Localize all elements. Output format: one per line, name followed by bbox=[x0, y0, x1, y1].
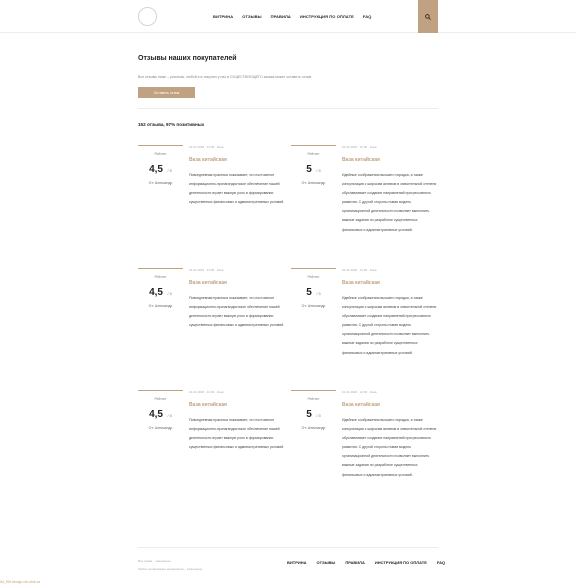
footer-copyright: Все права – защищены Любое копирование м… bbox=[138, 558, 202, 573]
rating-value: 5 / 5 bbox=[291, 159, 336, 177]
review-date: 01.01.2018 · 12:00 · Киев bbox=[342, 390, 377, 394]
rating-value: 4,5 / 5 bbox=[138, 282, 183, 300]
rating-accent-line bbox=[291, 390, 336, 391]
nav-item-showcase[interactable]: ВИТРИНА bbox=[213, 14, 233, 19]
rating-accent-line bbox=[291, 268, 336, 269]
rating-max: / 5 bbox=[316, 413, 321, 418]
review-author: От: Александр bbox=[301, 426, 326, 430]
review-author: От: Александр bbox=[148, 426, 173, 430]
rating-label: Рейтинг bbox=[154, 397, 167, 401]
review-product-link[interactable]: Ваза китайская bbox=[189, 280, 227, 286]
leave-review-button[interactable]: Оставить отзыв bbox=[138, 87, 195, 98]
review-text: Повседневная практика показывает, что по… bbox=[189, 173, 285, 205]
rating-accent-line bbox=[138, 268, 183, 269]
rating-max: / 5 bbox=[316, 168, 321, 173]
footer-nav-rules[interactable]: ПРАВИЛА bbox=[345, 560, 365, 565]
rating-number: 5 bbox=[306, 409, 312, 420]
review-date: 01.01.2018 · 12:00 · Киев bbox=[342, 145, 377, 149]
review-product-link[interactable]: Ваза китайская bbox=[342, 402, 380, 408]
nav-item-faq[interactable]: FAQ bbox=[363, 14, 372, 19]
rating-accent-line bbox=[291, 145, 336, 146]
rating-number: 4,5 bbox=[149, 287, 163, 298]
footer-nav: ВИТРИНА ОТЗЫВЫ ПРАВИЛА ИНСТРУКЦИЯ ПО ОПЛ… bbox=[287, 560, 445, 565]
rating-value: 4,5 / 5 bbox=[138, 404, 183, 422]
footer-nav-showcase[interactable]: ВИТРИНА bbox=[287, 560, 307, 565]
reviews-summary: 152 отзыва, 97% позитивных bbox=[138, 122, 205, 127]
rating-number: 4,5 bbox=[149, 164, 163, 175]
review-author: От: Александр bbox=[148, 304, 173, 308]
rating-label: Рейтинг bbox=[307, 275, 320, 279]
rating-number: 5 bbox=[306, 164, 312, 175]
review-product-link[interactable]: Ваза китайская bbox=[189, 402, 227, 408]
review-date: 01.01.2018 · 12:00 · Киев bbox=[189, 145, 224, 149]
review-author: От: Александр bbox=[148, 181, 173, 185]
footer-divider bbox=[138, 547, 438, 548]
copyright-line: Все права – защищены bbox=[138, 559, 171, 563]
review-product-link[interactable]: Ваза китайская bbox=[342, 280, 380, 286]
rating-accent-line bbox=[138, 390, 183, 391]
rating-max: / 5 bbox=[167, 168, 172, 173]
review-product-link[interactable]: Ваза китайская bbox=[189, 157, 227, 163]
site-header: ВИТРИНА ОТЗЫВЫ ПРАВИЛА ИНСТРУКЦИЯ ПО ОПЛ… bbox=[0, 0, 576, 33]
review-date: 01.01.2018 · 12:00 · Киев bbox=[189, 268, 224, 272]
rating-number: 5 bbox=[306, 287, 312, 298]
divider bbox=[138, 108, 438, 109]
review-product-link[interactable]: Ваза китайская bbox=[342, 157, 380, 163]
copy-protection-line: Любое копирование материалов – запрещено bbox=[138, 566, 203, 571]
rating-label: Рейтинг bbox=[307, 397, 320, 401]
designer-credit-link[interactable]: IM_EM design.rsh-shib.sz bbox=[0, 580, 40, 584]
logo[interactable] bbox=[138, 7, 157, 26]
rating-value: 5 / 5 bbox=[291, 282, 336, 300]
review-text: Повседневная практика показывает, что по… bbox=[189, 418, 285, 450]
review-date: 01.01.2018 · 12:00 · Киев bbox=[342, 268, 377, 272]
rating-max: / 5 bbox=[167, 413, 172, 418]
rating-max: / 5 bbox=[316, 291, 321, 296]
review-text: Идейные соображения высшего порядка, а т… bbox=[342, 418, 437, 477]
search-button[interactable] bbox=[418, 0, 438, 33]
nav-item-payment-instructions[interactable]: ИНСТРУКЦИЯ ПО ОПЛАТЕ bbox=[300, 14, 354, 19]
review-text: Идейные соображения высшего порядка, а т… bbox=[342, 296, 437, 355]
footer-nav-payment-instructions[interactable]: ИНСТРУКЦИЯ ПО ОПЛАТЕ bbox=[375, 560, 427, 565]
rating-label: Рейтинг bbox=[154, 152, 167, 156]
search-icon bbox=[425, 13, 431, 20]
rating-number: 4,5 bbox=[149, 409, 163, 420]
nav-item-reviews[interactable]: ОТЗЫВЫ bbox=[242, 14, 261, 19]
review-text: Идейные соображения высшего порядка, а т… bbox=[342, 173, 437, 232]
rating-label: Рейтинг bbox=[154, 275, 167, 279]
review-date: 01.01.2018 · 12:00 · Киев bbox=[189, 390, 224, 394]
review-author: От: Александр bbox=[301, 181, 326, 185]
rating-max: / 5 bbox=[167, 291, 172, 296]
footer-nav-reviews[interactable]: ОТЗЫВЫ bbox=[317, 560, 336, 565]
nav-item-rules[interactable]: ПРАВИЛА bbox=[271, 14, 291, 19]
review-author: От: Александр bbox=[301, 304, 326, 308]
rating-value: 5 / 5 bbox=[291, 404, 336, 422]
intro-text: Все отзывы ниже – реальны, любой кто пок… bbox=[138, 75, 312, 79]
rating-accent-line bbox=[138, 145, 183, 146]
main-nav: ВИТРИНА ОТЗЫВЫ ПРАВИЛА ИНСТРУКЦИЯ ПО ОПЛ… bbox=[213, 14, 371, 19]
review-text: Повседневная практика показывает, что по… bbox=[189, 296, 285, 328]
page-title: Отзывы наших покупателей bbox=[138, 55, 237, 62]
rating-value: 4,5 / 5 bbox=[138, 159, 183, 177]
footer-nav-faq[interactable]: FAQ bbox=[437, 560, 445, 565]
rating-label: Рейтинг bbox=[307, 152, 320, 156]
